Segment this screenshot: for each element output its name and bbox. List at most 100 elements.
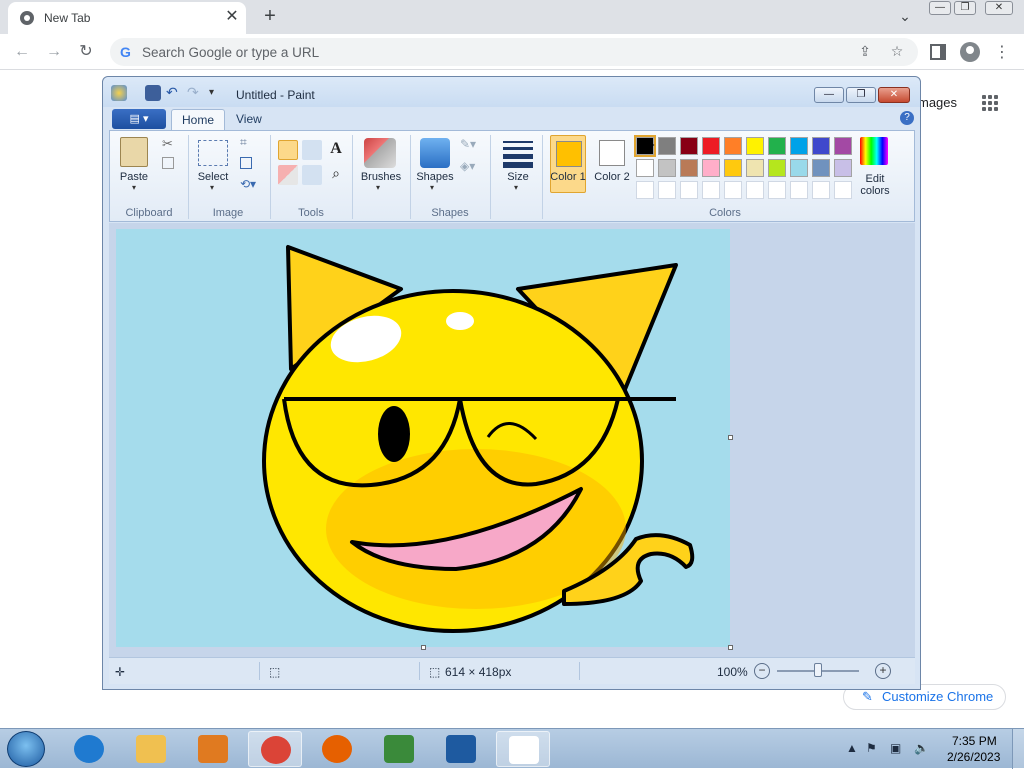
taskbar-app-firefox[interactable] (310, 731, 364, 767)
taskbar-app-visual-basic[interactable] (434, 731, 488, 767)
customize-qat-icon[interactable]: ▾ (209, 85, 225, 101)
taskbar-app-internet-explorer[interactable] (62, 731, 116, 767)
size-icon[interactable] (503, 141, 533, 168)
action-center-flag-icon[interactable]: ⚑ (866, 741, 877, 755)
zoom-out-button[interactable]: − (754, 663, 770, 679)
palette-swatch[interactable] (658, 181, 676, 199)
palette-swatch[interactable] (658, 159, 676, 177)
forward-arrow-icon[interactable]: → (42, 40, 66, 64)
palette-swatch[interactable] (790, 137, 808, 155)
help-icon[interactable]: ? (900, 111, 914, 125)
show-hidden-icons-icon[interactable]: ▲ (846, 741, 858, 755)
profile-avatar-icon[interactable] (960, 42, 980, 62)
palette-swatch[interactable] (658, 137, 676, 155)
color-picker-icon[interactable] (302, 165, 322, 185)
paste-dropdown-icon[interactable]: ▾ (132, 183, 136, 192)
palette-swatch[interactable] (724, 159, 742, 177)
volume-icon[interactable]: 🔈 (914, 741, 929, 755)
outline-icon[interactable]: ✎▾ (460, 137, 476, 151)
paint-close-button[interactable]: ✕ (878, 87, 910, 103)
network-icon[interactable]: ▣ (890, 741, 901, 755)
rotate-icon[interactable]: ⟲▾ (240, 177, 256, 191)
palette-swatch[interactable] (812, 137, 830, 155)
palette-swatch[interactable] (768, 181, 786, 199)
taskbar-app-file-explorer[interactable] (124, 731, 178, 767)
palette-swatch[interactable] (746, 159, 764, 177)
palette-swatch[interactable] (680, 159, 698, 177)
close-window-button[interactable]: ✕ (985, 1, 1013, 15)
minimize-window-button[interactable]: — (929, 1, 951, 15)
google-apps-icon[interactable] (982, 95, 998, 111)
palette-swatch[interactable] (768, 159, 786, 177)
palette-swatch[interactable] (724, 181, 742, 199)
size-button[interactable]: Size (496, 171, 540, 183)
paste-button[interactable]: Paste (112, 171, 156, 183)
fill-bucket-icon[interactable] (302, 140, 322, 160)
zoom-in-button[interactable]: + (875, 663, 891, 679)
cut-icon[interactable]: ✂ (162, 136, 173, 152)
select-icon[interactable] (198, 140, 228, 166)
canvas-resize-handle[interactable] (421, 645, 426, 650)
palette-swatch[interactable] (636, 181, 654, 199)
taskbar-app-visual-csharp[interactable] (372, 731, 426, 767)
show-desktop-button[interactable] (1012, 729, 1024, 769)
edit-colors-button[interactable]: Edit colors (850, 173, 900, 197)
shapes-icon[interactable] (420, 138, 450, 168)
browser-tab[interactable]: New Tab ✕ (8, 2, 246, 34)
palette-swatch[interactable] (812, 181, 830, 199)
palette-swatch[interactable] (702, 181, 720, 199)
paste-clipboard-icon[interactable] (120, 137, 148, 167)
new-tab-button[interactable]: + (259, 5, 281, 27)
images-link[interactable]: mages (918, 95, 957, 110)
clock-date[interactable]: 2/26/2023 (947, 750, 1000, 764)
undo-icon[interactable]: ↶ (166, 85, 182, 101)
palette-swatch[interactable] (702, 159, 720, 177)
palette-swatch[interactable] (746, 181, 764, 199)
tab-close-icon[interactable]: ✕ (224, 8, 240, 26)
clock-time[interactable]: 7:35 PM (952, 734, 997, 748)
palette-swatch[interactable] (834, 137, 852, 155)
shapes-dropdown-icon[interactable]: ▾ (430, 183, 434, 192)
restore-window-button[interactable]: ❐ (954, 1, 976, 15)
reload-icon[interactable]: ↻ (74, 40, 98, 64)
tab-search-chevron-icon[interactable]: ⌄ (896, 8, 914, 26)
palette-swatch[interactable] (636, 159, 654, 177)
share-icon[interactable]: ⇪ (856, 43, 874, 61)
palette-swatch[interactable] (680, 137, 698, 155)
paint-maximize-button[interactable]: ❐ (846, 87, 876, 103)
side-panel-icon[interactable] (930, 44, 946, 60)
tab-view[interactable]: View (226, 109, 272, 131)
magnifier-icon[interactable]: ⌕ (326, 165, 346, 185)
palette-swatch[interactable] (812, 159, 830, 177)
select-button[interactable]: Select (190, 171, 236, 183)
paint-file-menu-button[interactable]: ▤ ▾ (112, 109, 166, 129)
paint-minimize-button[interactable]: — (814, 87, 844, 103)
taskbar-app-paint[interactable] (496, 731, 550, 767)
save-icon[interactable] (145, 85, 161, 101)
pencil-tool-icon[interactable] (278, 140, 298, 160)
edit-colors-icon[interactable] (860, 137, 888, 165)
canvas-resize-handle[interactable] (728, 645, 733, 650)
brushes-dropdown-icon[interactable]: ▾ (376, 183, 380, 192)
paint-app-icon[interactable] (111, 85, 127, 101)
palette-swatch[interactable] (746, 137, 764, 155)
select-dropdown-icon[interactable]: ▾ (210, 183, 214, 192)
redo-icon[interactable]: ↷ (187, 85, 203, 101)
crop-icon[interactable]: ⌗ (240, 135, 247, 150)
shapes-button[interactable]: Shapes (410, 171, 460, 183)
canvas-resize-handle[interactable] (728, 435, 733, 440)
eraser-icon[interactable] (278, 165, 298, 185)
tab-home[interactable]: Home (171, 109, 226, 131)
bookmark-star-icon[interactable]: ☆ (888, 43, 906, 61)
back-arrow-icon[interactable]: ← (10, 40, 34, 64)
palette-swatch[interactable] (702, 137, 720, 155)
fill-icon[interactable]: ◈▾ (460, 159, 475, 173)
color2-button[interactable] (594, 135, 630, 193)
more-menu-icon[interactable]: ⋮ (994, 42, 1010, 62)
start-button[interactable] (7, 731, 45, 767)
drawing-canvas[interactable] (116, 229, 733, 650)
brushes-button[interactable]: Brushes (356, 171, 406, 183)
zoom-slider-thumb[interactable] (814, 663, 822, 677)
color1-button[interactable] (550, 135, 586, 193)
palette-swatch[interactable] (790, 159, 808, 177)
